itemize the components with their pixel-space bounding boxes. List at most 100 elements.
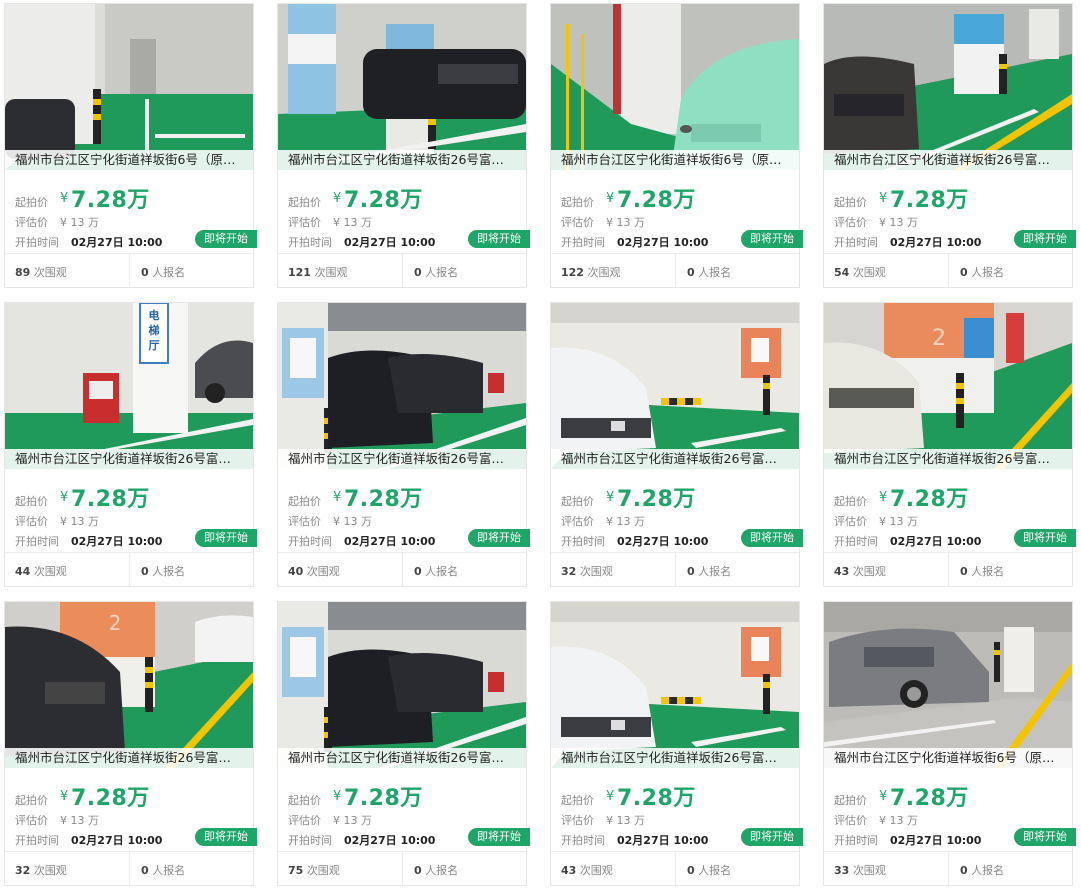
auction-info: 起拍价 ¥ 7.28万 评估价 ¥ 13 万 开拍时间 02月27日 10:00… bbox=[824, 768, 1076, 852]
auction-info: 起拍价 ¥ 7.28万 评估价 ¥ 13 万 开拍时间 02月27日 10:00… bbox=[278, 469, 530, 553]
card-footer: 122 次围观 0 人报名 bbox=[551, 253, 799, 287]
start-price-label: 起拍价 bbox=[834, 495, 867, 508]
parking-space-photo[interactable] bbox=[278, 303, 526, 469]
listing-title[interactable]: 福州市台江区宁化街道祥坂街26号富… bbox=[15, 451, 247, 467]
svg-text:厅: 厅 bbox=[149, 339, 160, 352]
listing-title[interactable]: 福州市台江区宁化街道祥坂街26号富… bbox=[561, 750, 793, 766]
listing-title[interactable]: 福州市台江区宁化街道祥坂街26号富… bbox=[561, 451, 793, 467]
start-price-label: 起拍价 bbox=[15, 794, 48, 807]
parking-space-photo[interactable] bbox=[551, 4, 799, 170]
view-count-suffix: 次围观 bbox=[306, 565, 340, 578]
listing-card[interactable]: 电梯厅 福州市台江区宁化街道祥坂街26号富… 起拍价 ¥ 7.28万 评估价 ¥… bbox=[4, 302, 257, 587]
parking-space-photo[interactable] bbox=[278, 4, 526, 170]
start-time-label: 开拍时间 bbox=[834, 834, 878, 847]
start-time-label: 开拍时间 bbox=[561, 236, 605, 249]
signup-count-suffix: 人报名 bbox=[425, 266, 459, 279]
estimate-label: 评估价 bbox=[834, 216, 867, 229]
card-footer: 54 次围观 0 人报名 bbox=[824, 253, 1072, 287]
listing-title[interactable]: 福州市台江区宁化街道祥坂街6号（原… bbox=[15, 152, 247, 168]
start-time: 02月27日 10:00 bbox=[890, 834, 982, 847]
start-time-label: 开拍时间 bbox=[834, 535, 878, 548]
title-bar: 福州市台江区宁化街道祥坂街26号富… bbox=[278, 150, 526, 170]
listing-title[interactable]: 福州市台江区宁化街道祥坂街26号富… bbox=[288, 152, 520, 168]
listing-card[interactable]: 福州市台江区宁化街道祥坂街6号（原… 起拍价 ¥ 7.28万 评估价 ¥ 13 … bbox=[4, 3, 257, 288]
estimate-value: ¥ 13 万 bbox=[606, 515, 645, 528]
listing-card[interactable]: 2 福州市台江区宁化街道祥坂街26号富… 起拍价 ¥ 7.28万 评估价 ¥ 1… bbox=[823, 302, 1076, 587]
parking-space-photo[interactable]: 2 bbox=[824, 303, 1072, 469]
parking-space-photo[interactable]: 2 bbox=[5, 602, 253, 768]
view-count: 44 次围观 bbox=[15, 563, 67, 579]
listing-card[interactable]: 福州市台江区宁化街道祥坂街26号富… 起拍价 ¥ 7.28万 评估价 ¥ 13 … bbox=[823, 3, 1076, 288]
parking-space-photo[interactable] bbox=[278, 602, 526, 768]
view-count-suffix: 次围观 bbox=[852, 864, 886, 877]
title-bar: 福州市台江区宁化街道祥坂街26号富… bbox=[551, 449, 799, 469]
estimate-value: ¥ 13 万 bbox=[879, 216, 918, 229]
estimate-label: 评估价 bbox=[834, 814, 867, 827]
start-time-label: 开拍时间 bbox=[561, 834, 605, 847]
yen-symbol: ¥ bbox=[606, 789, 615, 804]
estimate-label: 评估价 bbox=[15, 515, 48, 528]
status-badge: 即将开始 bbox=[741, 828, 803, 846]
yen-symbol: ¥ bbox=[879, 490, 888, 505]
signup-count: 0 人报名 bbox=[414, 862, 458, 878]
auction-info: 起拍价 ¥ 7.28万 评估价 ¥ 13 万 开拍时间 02月27日 10:00… bbox=[551, 170, 803, 254]
signup-count-number: 0 bbox=[141, 266, 149, 279]
view-count: 75 次围观 bbox=[288, 862, 340, 878]
listing-title[interactable]: 福州市台江区宁化街道祥坂街6号（原… bbox=[834, 750, 1066, 766]
listing-title[interactable]: 福州市台江区宁化街道祥坂街26号富… bbox=[834, 451, 1066, 467]
footer-divider bbox=[129, 254, 130, 287]
view-count-suffix: 次围观 bbox=[852, 565, 886, 578]
svg-text:2: 2 bbox=[932, 326, 946, 351]
view-count-number: 44 bbox=[15, 565, 31, 578]
parking-space-photo[interactable] bbox=[551, 602, 799, 768]
parking-space-photo[interactable] bbox=[5, 4, 253, 170]
start-time-label: 开拍时间 bbox=[15, 535, 59, 548]
estimate-label: 评估价 bbox=[288, 216, 321, 229]
listing-card[interactable]: 福州市台江区宁化街道祥坂街26号富… 起拍价 ¥ 7.28万 评估价 ¥ 13 … bbox=[550, 302, 803, 587]
listing-title[interactable]: 福州市台江区宁化街道祥坂街6号（原… bbox=[561, 152, 793, 168]
listing-card[interactable]: 福州市台江区宁化街道祥坂街6号（原… 起拍价 ¥ 7.28万 评估价 ¥ 13 … bbox=[823, 601, 1076, 886]
signup-count-number: 0 bbox=[960, 266, 968, 279]
view-count-suffix: 次围观 bbox=[587, 266, 621, 279]
title-bar: 福州市台江区宁化街道祥坂街26号富… bbox=[5, 748, 253, 768]
signup-count: 0 人报名 bbox=[141, 563, 185, 579]
start-time: 02月27日 10:00 bbox=[890, 236, 982, 249]
start-time-label: 开拍时间 bbox=[834, 236, 878, 249]
listing-title[interactable]: 福州市台江区宁化街道祥坂街26号富… bbox=[288, 451, 520, 467]
signup-count: 0 人报名 bbox=[414, 563, 458, 579]
auction-info: 起拍价 ¥ 7.28万 评估价 ¥ 13 万 开拍时间 02月27日 10:00… bbox=[278, 170, 530, 254]
svg-text:电: 电 bbox=[149, 308, 160, 322]
parking-space-photo[interactable]: 电梯厅 bbox=[5, 303, 253, 469]
listing-card[interactable]: 福州市台江区宁化街道祥坂街26号富… 起拍价 ¥ 7.28万 评估价 ¥ 13 … bbox=[277, 3, 530, 288]
listing-title[interactable]: 福州市台江区宁化街道祥坂街26号富… bbox=[834, 152, 1066, 168]
start-time-label: 开拍时间 bbox=[288, 834, 332, 847]
yen-symbol: ¥ bbox=[333, 191, 342, 206]
card-footer: 33 次围观 0 人报名 bbox=[824, 851, 1072, 885]
view-count-number: 32 bbox=[561, 565, 577, 578]
view-count: 89 次围观 bbox=[15, 264, 67, 280]
view-count-number: 89 bbox=[15, 266, 31, 279]
listing-card[interactable]: 2 福州市台江区宁化街道祥坂街26号富… 起拍价 ¥ 7.28万 评估价 ¥ 1… bbox=[4, 601, 257, 886]
view-count-suffix: 次围观 bbox=[33, 565, 67, 578]
view-count: 122 次围观 bbox=[561, 264, 620, 280]
signup-count-suffix: 人报名 bbox=[698, 864, 732, 877]
title-bar: 福州市台江区宁化街道祥坂街26号富… bbox=[278, 748, 526, 768]
listing-card[interactable]: 福州市台江区宁化街道祥坂街6号（原… 起拍价 ¥ 7.28万 评估价 ¥ 13 … bbox=[550, 3, 803, 288]
status-badge: 即将开始 bbox=[195, 230, 257, 248]
listing-title[interactable]: 福州市台江区宁化街道祥坂街26号富… bbox=[15, 750, 247, 766]
signup-count-number: 0 bbox=[960, 565, 968, 578]
listing-card[interactable]: 福州市台江区宁化街道祥坂街26号富… 起拍价 ¥ 7.28万 评估价 ¥ 13 … bbox=[550, 601, 803, 886]
view-count-number: 54 bbox=[834, 266, 850, 279]
listing-title[interactable]: 福州市台江区宁化街道祥坂街26号富… bbox=[288, 750, 520, 766]
yen-symbol: ¥ bbox=[333, 789, 342, 804]
parking-space-photo[interactable] bbox=[824, 602, 1072, 768]
start-time-label: 开拍时间 bbox=[288, 535, 332, 548]
parking-space-photo[interactable] bbox=[551, 303, 799, 469]
view-count: 33 次围观 bbox=[834, 862, 886, 878]
listing-card[interactable]: 福州市台江区宁化街道祥坂街26号富… 起拍价 ¥ 7.28万 评估价 ¥ 13 … bbox=[277, 302, 530, 587]
listing-card[interactable]: 福州市台江区宁化街道祥坂街26号富… 起拍价 ¥ 7.28万 评估价 ¥ 13 … bbox=[277, 601, 530, 886]
card-footer: 43 次围观 0 人报名 bbox=[551, 851, 799, 885]
auction-info: 起拍价 ¥ 7.28万 评估价 ¥ 13 万 开拍时间 02月27日 10:00… bbox=[5, 469, 257, 553]
parking-space-photo[interactable] bbox=[824, 4, 1072, 170]
auction-info: 起拍价 ¥ 7.28万 评估价 ¥ 13 万 开拍时间 02月27日 10:00… bbox=[5, 170, 257, 254]
